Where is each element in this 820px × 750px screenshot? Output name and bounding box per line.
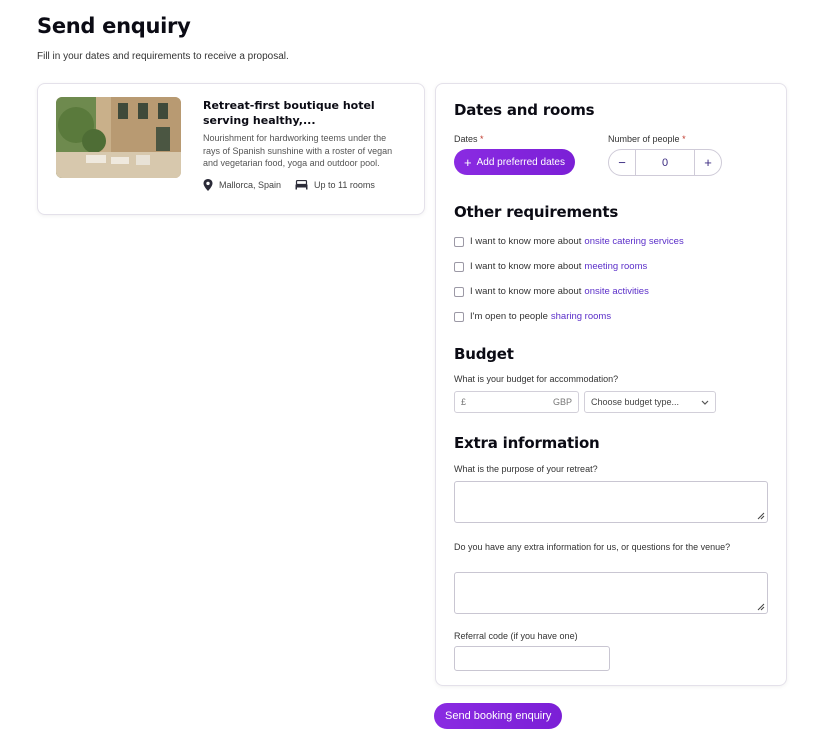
extra-information-heading: Extra information bbox=[454, 434, 600, 452]
budget-type-select[interactable]: Choose budget type... bbox=[584, 391, 716, 413]
currency-code: GBP bbox=[552, 397, 572, 407]
venue-photo bbox=[56, 97, 181, 178]
venue-location: Mallorca, Spain bbox=[203, 179, 281, 191]
venue-card[interactable]: Retreat-first boutique hotel serving hea… bbox=[37, 83, 425, 215]
activities-checkbox[interactable] bbox=[454, 286, 464, 297]
budget-heading: Budget bbox=[454, 345, 514, 363]
sharing-rooms-checkbox[interactable] bbox=[454, 311, 464, 322]
page-title: Send enquiry bbox=[37, 14, 191, 38]
requirement-sharing-rooms[interactable]: I'm open to people sharing rooms bbox=[454, 311, 611, 322]
questions-label: Do you have any extra information for us… bbox=[454, 542, 731, 552]
venue-rooms: Up to 11 rooms bbox=[295, 180, 375, 190]
page-subtitle: Fill in your dates and requirements to r… bbox=[37, 51, 289, 62]
activities-link[interactable]: onsite activities bbox=[584, 286, 648, 297]
dates-rooms-heading: Dates and rooms bbox=[454, 101, 595, 119]
sharing-rooms-link[interactable]: sharing rooms bbox=[551, 311, 611, 322]
chevron-down-icon bbox=[701, 400, 709, 405]
venue-location-text: Mallorca, Spain bbox=[219, 180, 282, 190]
venue-meta: Mallorca, Spain Up to 11 rooms bbox=[203, 179, 389, 191]
requirement-catering[interactable]: I want to know more about onsite caterin… bbox=[454, 236, 684, 247]
add-preferred-dates-button[interactable]: + Add preferred dates bbox=[454, 149, 575, 175]
people-label: Number of people * bbox=[608, 134, 686, 144]
budget-amount-input[interactable]: £ GBP bbox=[454, 391, 579, 413]
bed-icon bbox=[295, 180, 308, 190]
currency-symbol: £ bbox=[461, 397, 467, 407]
people-count[interactable]: 0 bbox=[636, 157, 694, 169]
decrement-button[interactable]: − bbox=[609, 149, 636, 176]
meeting-rooms-checkbox[interactable] bbox=[454, 261, 464, 272]
catering-checkbox[interactable] bbox=[454, 236, 464, 247]
other-requirements-heading: Other requirements bbox=[454, 203, 619, 221]
enquiry-form: Dates and rooms Dates * + Add preferred … bbox=[435, 83, 787, 686]
venue-description: Nourishment for hardworking teems under … bbox=[203, 133, 393, 168]
resize-handle-icon[interactable] bbox=[756, 602, 765, 611]
send-booking-enquiry-button[interactable]: Send booking enquiry bbox=[434, 703, 563, 729]
meeting-rooms-link[interactable]: meeting rooms bbox=[584, 261, 647, 272]
map-pin-icon bbox=[203, 179, 213, 191]
requirement-meeting-rooms[interactable]: I want to know more about meeting rooms bbox=[454, 261, 647, 272]
requirement-activities[interactable]: I want to know more about onsite activit… bbox=[454, 286, 649, 297]
referral-label: Referral code (if you have one) bbox=[454, 631, 578, 641]
questions-textarea[interactable] bbox=[454, 572, 768, 614]
plus-icon: + bbox=[464, 154, 472, 170]
resize-handle-icon[interactable] bbox=[756, 511, 765, 520]
increment-button[interactable]: + bbox=[694, 149, 721, 176]
people-stepper: − 0 + bbox=[608, 149, 722, 176]
budget-type-placeholder: Choose budget type... bbox=[591, 397, 680, 407]
catering-link[interactable]: onsite catering services bbox=[584, 236, 683, 247]
dates-label: Dates * bbox=[454, 134, 484, 144]
venue-rooms-text: Up to 11 rooms bbox=[314, 180, 375, 190]
budget-question: What is your budget for accommodation? bbox=[454, 374, 619, 384]
referral-code-input[interactable] bbox=[454, 646, 610, 671]
venue-title[interactable]: Retreat-first boutique hotel serving hea… bbox=[203, 98, 403, 128]
purpose-label: What is the purpose of your retreat? bbox=[454, 464, 598, 474]
purpose-textarea[interactable] bbox=[454, 481, 768, 523]
